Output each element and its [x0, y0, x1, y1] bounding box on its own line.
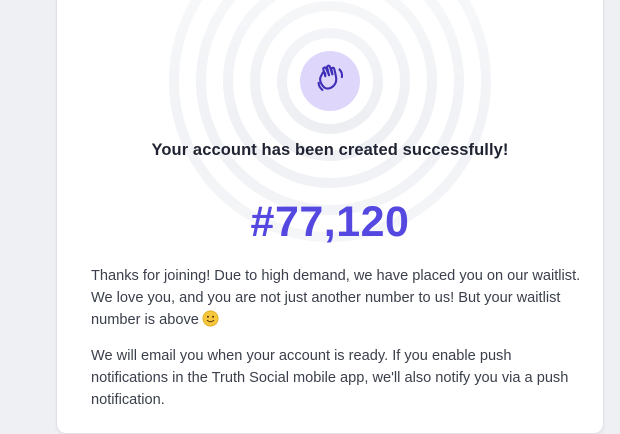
confirmation-card: Your account has been created successful… — [56, 0, 604, 434]
wave-badge — [300, 51, 360, 111]
waving-hand-icon — [311, 60, 349, 103]
waitlist-number: #77,120 — [250, 198, 410, 246]
waitlist-explanation: Thanks for joining! Due to high demand, … — [91, 265, 581, 334]
notification-info: We will email you when your account is r… — [91, 348, 569, 408]
slightly-smiling-face-icon — [202, 310, 219, 334]
success-heading: Your account has been created successful… — [151, 141, 509, 159]
waitlist-explanation-text: Thanks for joining! Due to high demand, … — [91, 268, 581, 328]
